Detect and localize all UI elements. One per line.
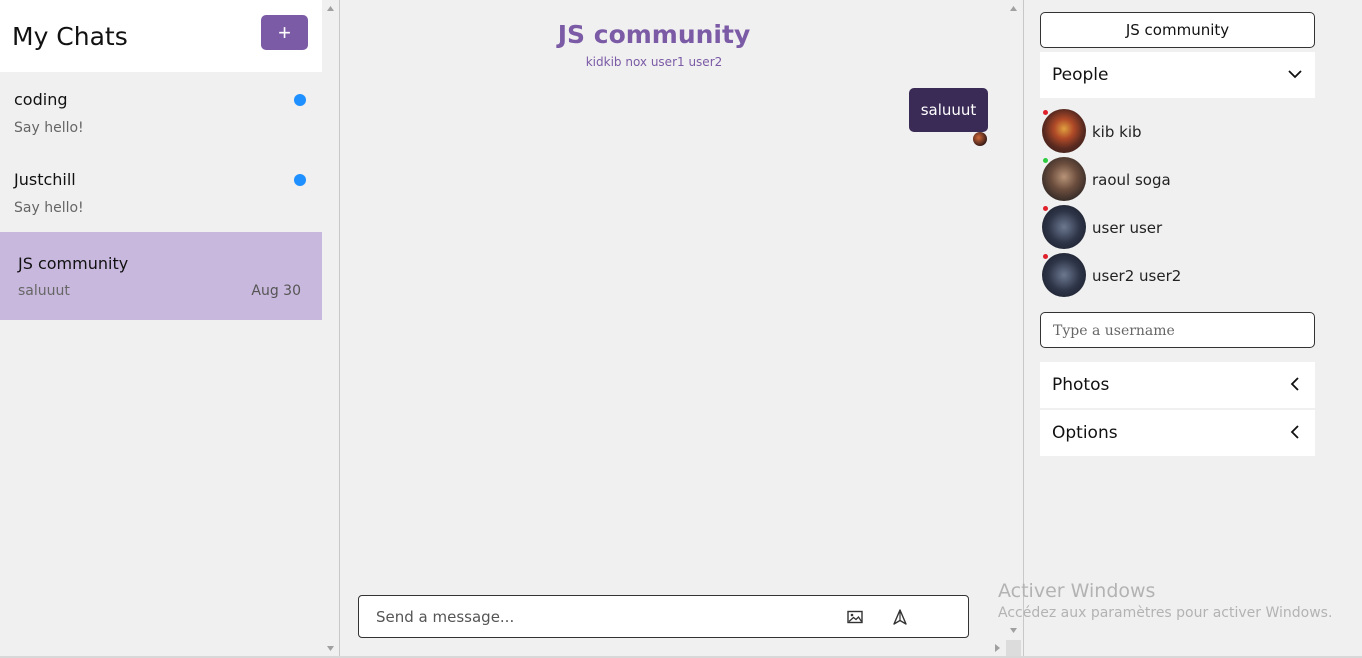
username-input[interactable] [1053,321,1303,341]
person-item[interactable]: user user [1040,205,1315,251]
chat-item-justchill[interactable]: Justchill Say hello! [0,152,322,232]
chat-item-name: Justchill [14,170,76,189]
windows-activation-subtitle: Accédez aux paramètres pour activer Wind… [998,605,1333,621]
offline-status-dot [1043,254,1048,259]
person-item[interactable]: kib kib [1040,109,1315,155]
chat-item-preview: saluuut [18,283,70,299]
person-name: user2 user2 [1092,267,1182,285]
options-section-header[interactable]: Options [1040,410,1315,456]
conversation-title: JS community [557,20,751,49]
chat-item-js-community[interactable]: JS community saluuut Aug 30 [0,232,322,320]
scrollbar-arrows-icon [327,6,334,651]
offline-status-dot [1043,110,1048,115]
scrollbar-arrows-icon [1006,6,1021,656]
person-avatar [1042,253,1086,297]
chat-details-panel: JS community People kib kib raoul soga u… [1024,0,1362,658]
chat-item-preview: Say hello! [14,120,84,136]
chat-item-coding[interactable]: coding Say hello! [0,72,322,152]
chat-app: My Chats + coding Say hello! Justchill S… [0,0,1362,658]
chevron-down-icon [1288,70,1302,79]
photos-label: Photos [1052,375,1110,395]
image-icon[interactable] [846,608,864,626]
message-composer [358,595,969,638]
chat-list-scrollbar[interactable] [322,0,339,658]
conversation-panel: JS community kidkib nox user1 user2 salu… [340,0,1023,658]
chat-item-preview: Say hello! [14,200,84,216]
message-bubble: saluuut [909,88,988,132]
options-label: Options [1052,423,1118,443]
chat-item-name: coding [14,90,68,109]
unread-dot [294,174,306,186]
person-avatar [1042,109,1086,153]
chat-item-date: Aug 30 [251,283,301,299]
person-item[interactable]: user2 user2 [1040,253,1315,299]
chevron-left-icon [1290,377,1299,391]
offline-status-dot [1043,206,1048,211]
person-name: kib kib [1092,123,1142,141]
person-name: raoul soga [1092,171,1171,189]
message-input[interactable] [376,606,816,628]
new-chat-button[interactable]: + [261,15,308,50]
chat-list-header: My Chats + [0,0,322,72]
people-section-header[interactable]: People [1040,52,1315,98]
chat-item-name: JS community [18,254,129,273]
chevron-left-icon [1290,425,1299,439]
unread-dot [294,94,306,106]
conversation-scrollbar[interactable] [1004,0,1023,658]
chat-list-panel: My Chats + coding Say hello! Justchill S… [0,0,322,658]
online-status-dot [1043,158,1048,163]
photos-section-header[interactable]: Photos [1040,362,1315,408]
person-avatar [1042,157,1086,201]
chat-list-title: My Chats [12,22,128,51]
person-avatar [1042,205,1086,249]
scroll-right-icon[interactable] [994,642,1002,654]
person-item[interactable]: raoul soga [1040,157,1315,203]
send-icon[interactable] [891,608,909,626]
username-search-field [1040,312,1315,348]
windows-activation-title: Activer Windows [998,580,1156,602]
conversation-members: kidkib nox user1 user2 [585,55,723,69]
person-name: user user [1092,219,1163,237]
people-label: People [1052,65,1109,85]
room-name-button[interactable]: JS community [1040,12,1315,48]
message-sender-avatar [973,132,987,146]
